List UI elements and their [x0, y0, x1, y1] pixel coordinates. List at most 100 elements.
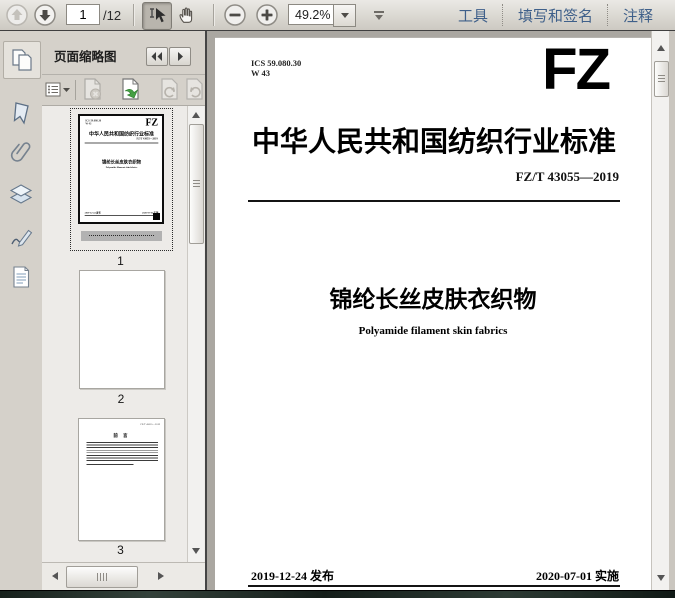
scroll-left-button[interactable] — [48, 569, 62, 583]
mini-logo: FZ — [145, 116, 158, 128]
select-tool-button[interactable] — [142, 2, 172, 30]
fill-sign-pane-button[interactable]: 填写和签名 — [504, 5, 607, 26]
chevron-right-icon — [177, 52, 184, 61]
thumbnail-horizontal-scrollbar[interactable] — [42, 562, 205, 591]
thumbnail-label-2: 2 — [117, 392, 125, 406]
attachments-tab[interactable] — [3, 133, 39, 169]
mini-foreword-heading: 前 言 — [113, 433, 130, 438]
panel-toolbar-separator — [75, 80, 76, 100]
rotate-ccw-icon — [159, 78, 181, 102]
document-title-en: Polyamide filament skin fabrics — [358, 325, 508, 337]
minus-icon — [223, 3, 247, 27]
footer-rule — [248, 585, 620, 587]
scroll-grip-icon — [658, 75, 665, 83]
layers-icon — [8, 181, 34, 207]
collapse-panel-button[interactable] — [146, 47, 168, 66]
rotate-cw-icon — [184, 78, 206, 102]
page-total-label: /12 — [103, 8, 122, 23]
mini-title-cn: 锦纶长丝皮肤衣织物 — [101, 159, 141, 165]
document-title-cn: 锦纶长丝皮肤衣织物 — [329, 287, 537, 312]
delete-page-icon — [82, 78, 104, 102]
thumbnail-options-button[interactable] — [45, 78, 71, 102]
notes-tab[interactable] — [3, 259, 39, 295]
page-number-input[interactable] — [66, 4, 100, 25]
triangle-up-icon — [192, 112, 200, 118]
standard-name: 中华人民共和国纺织行业标准 — [251, 127, 616, 158]
next-page-button[interactable] — [33, 3, 57, 27]
toolbar-more-button[interactable] — [368, 5, 390, 25]
pdf-viewer-window: /12 49.2% 工具 填写和签名 注释 — [0, 0, 675, 598]
thumbnail-vertical-scrollbar[interactable] — [187, 106, 204, 562]
standard-number: FZ/T 43055—2019 — [515, 169, 619, 184]
zoom-level-value: 49.2% — [295, 7, 331, 22]
hand-tool-button[interactable] — [173, 2, 201, 28]
hand-icon — [176, 4, 198, 26]
mini-standard-name: 中华人民共和国纺织行业标准 — [88, 131, 154, 137]
paperclip-icon — [8, 138, 34, 164]
thumbnail-page-2[interactable] — [79, 270, 165, 389]
more-bar-icon — [374, 10, 384, 13]
mini-rule — [84, 142, 159, 144]
mini-page3-header: FZ/T 43055—2019 — [140, 423, 160, 427]
panel-document-divider — [205, 31, 207, 590]
document-view: ICS 59.080.30 W 43 FZ 中华人民共和国纺织行业标准 FZ/T… — [205, 31, 675, 591]
mini-publisher-text — [89, 235, 154, 236]
scroll-up-button[interactable] — [189, 108, 203, 122]
arrow-up-icon — [5, 3, 29, 27]
thumbnail-label-1: 1 — [117, 254, 124, 268]
class-code-line: W 43 — [251, 68, 270, 78]
zoom-out-button[interactable] — [223, 3, 247, 27]
mini-class: W 43 — [85, 122, 92, 126]
standard-logo: FZ — [542, 37, 611, 102]
scroll-down-button[interactable] — [654, 571, 668, 585]
bookmarks-tab[interactable] — [3, 95, 39, 131]
vertical-scroll-thumb[interactable] — [654, 61, 669, 97]
arrow-down-icon — [33, 3, 57, 27]
window-right-edge — [669, 31, 675, 590]
page-thumbnails-tab[interactable] — [3, 41, 41, 79]
previous-page-button[interactable] — [5, 3, 29, 27]
ics-code: ICS 59.080.30 W 43 — [251, 58, 301, 78]
bookmark-icon — [8, 100, 34, 126]
triangle-right-icon — [158, 572, 164, 580]
scroll-grip-icon — [97, 573, 107, 581]
toolbar-separator — [213, 4, 215, 26]
layers-tab[interactable] — [3, 176, 39, 212]
mini-standard-number: FZ/T 43055—2019 — [136, 137, 158, 141]
extract-pages-button[interactable] — [119, 78, 145, 102]
mini-cover: ICS 59.080.30 W 43 FZ 中华人民共和国纺织行业标准 FZ/T… — [80, 116, 162, 222]
date-row: 2019-12-24 发布 2020-07-01 实施 — [251, 567, 619, 584]
document-page-1[interactable]: ICS 59.080.30 W 43 FZ 中华人民共和国纺织行业标准 FZ/T… — [215, 37, 651, 591]
main-toolbar: /12 49.2% 工具 填写和签名 注释 — [0, 0, 675, 31]
thumbnail-list: ICS 59.080.30 W 43 FZ 中华人民共和国纺织行业标准 FZ/T… — [42, 106, 205, 562]
thumbnail-page-1[interactable]: ICS 59.080.30 W 43 FZ 中华人民共和国纺织行业标准 FZ/T… — [70, 108, 173, 251]
scroll-down-button[interactable] — [189, 544, 203, 558]
panel-header: 页面缩略图 — [42, 31, 205, 75]
triangle-up-icon — [657, 45, 665, 51]
rotate-counterclockwise-button[interactable] — [157, 78, 183, 102]
document-notes-icon — [8, 264, 34, 290]
comment-pane-button[interactable]: 注释 — [609, 5, 667, 26]
page-green-arrow-icon — [120, 78, 144, 102]
scroll-up-button[interactable] — [654, 41, 668, 55]
page-thumbnails-icon — [9, 47, 35, 73]
document-vertical-scrollbar[interactable] — [651, 31, 669, 590]
tools-pane-button[interactable]: 工具 — [444, 5, 502, 26]
toolbar-separator — [133, 4, 135, 26]
page-thumbnails-panel: 页面缩略图 ICS 59.080.30 W 43 FZ 中华人民共和国纺织行业标… — [42, 31, 206, 591]
implement-date: 2020-07-01 实施 — [536, 569, 619, 583]
zoom-dropdown-button[interactable] — [333, 4, 356, 27]
mini-cover-black-square — [153, 213, 160, 220]
signatures-tab[interactable] — [3, 219, 39, 255]
vertical-scroll-thumb[interactable] — [189, 124, 204, 244]
panel-title: 页面缩略图 — [54, 50, 117, 64]
scroll-right-button[interactable] — [154, 569, 168, 583]
scroll-grip-icon — [193, 180, 200, 188]
horizontal-scroll-thumb[interactable] — [66, 566, 138, 588]
issue-date: 2019-12-24 发布 — [251, 569, 334, 583]
thumbnail-page-1-preview: ICS 59.080.30 W 43 FZ 中华人民共和国纺织行业标准 FZ/T… — [78, 114, 164, 224]
zoom-in-button[interactable] — [255, 3, 279, 27]
expand-panel-button[interactable] — [169, 47, 191, 66]
thumbnail-page-3[interactable]: FZ/T 43055—2019 前 言 — [78, 418, 165, 541]
delete-pages-button[interactable] — [80, 78, 106, 102]
